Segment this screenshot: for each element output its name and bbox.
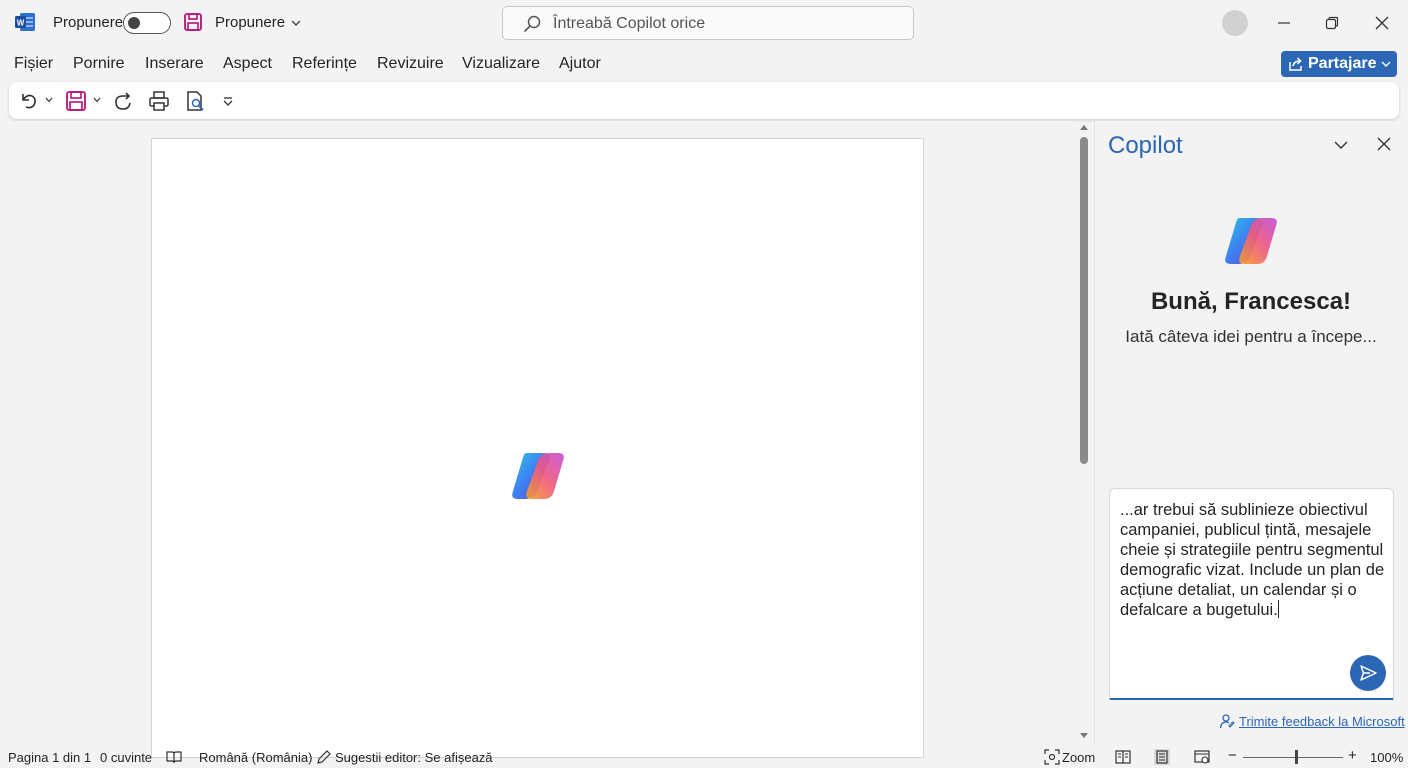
document-area xyxy=(0,121,1076,758)
chevron-down-icon[interactable] xyxy=(1333,139,1349,151)
language-indicator[interactable]: Română (România) xyxy=(199,750,312,765)
web-layout-icon[interactable] xyxy=(1194,749,1210,765)
copilot-logo-icon xyxy=(1221,214,1281,268)
editor-suggestions[interactable]: Sugestii editor: Se afișează xyxy=(335,750,493,765)
print-preview-button[interactable] xyxy=(184,90,206,112)
feedback-icon xyxy=(1219,714,1235,729)
menu-home[interactable]: Pornire xyxy=(73,55,125,73)
close-icon xyxy=(1375,16,1389,30)
read-mode-icon[interactable] xyxy=(1115,749,1131,765)
avatar[interactable] xyxy=(1222,10,1248,36)
status-bar: Pagina 1 din 1 0 cuvinte Română (România… xyxy=(0,745,1408,768)
print-preview-icon xyxy=(187,91,204,111)
menu-layout[interactable]: Aspect xyxy=(223,55,272,73)
menu-references[interactable]: Referințe xyxy=(292,55,357,73)
customize-toolbar-icon xyxy=(223,97,233,106)
scroll-down-icon[interactable] xyxy=(1079,732,1089,740)
copilot-prompt-input[interactable]: ...ar trebui să sublinieze obiectivul ca… xyxy=(1109,488,1394,700)
undo-button[interactable] xyxy=(18,90,40,112)
undo-icon xyxy=(22,94,36,109)
word-app-icon: W xyxy=(14,12,36,32)
menu-file[interactable]: Fișier xyxy=(14,55,53,73)
feedback-link-text: Trimite feedback la Microsoft xyxy=(1239,713,1405,729)
share-button[interactable]: Partajare xyxy=(1281,51,1397,77)
restore-icon xyxy=(1325,16,1339,30)
menu-view[interactable]: Vizualizare xyxy=(462,55,540,73)
minimize-icon xyxy=(1278,22,1290,24)
share-icon xyxy=(1289,57,1302,71)
scrollbar-thumb[interactable] xyxy=(1080,137,1088,464)
minimize-button[interactable] xyxy=(1271,10,1297,36)
document-title[interactable]: Propunere xyxy=(215,14,301,31)
chevron-down-icon xyxy=(1381,61,1391,67)
document-title-text: Propunere xyxy=(215,14,286,31)
send-icon xyxy=(1360,665,1377,681)
scroll-up-icon[interactable] xyxy=(1079,123,1089,131)
feedback-link[interactable]: Trimite feedback la Microsoft xyxy=(1219,713,1405,729)
focus-icon[interactable] xyxy=(1044,749,1060,765)
document-page[interactable] xyxy=(151,138,924,758)
copilot-subtitle: Iată câteva idei pentru a începe... xyxy=(1125,327,1377,346)
search-placeholder: Întreabă Copilot orice xyxy=(553,15,706,32)
save-icon[interactable] xyxy=(183,12,203,32)
save-dropdown-icon[interactable] xyxy=(93,96,101,104)
zoom-slider-track[interactable] xyxy=(1243,757,1343,758)
copilot-pane: Copilot Bună, Francesca! Iată câteva ide… xyxy=(1094,121,1408,745)
save-icon xyxy=(66,91,86,111)
share-label: Partajare xyxy=(1308,55,1377,72)
svg-text:W: W xyxy=(17,19,25,28)
customize-toolbar-button[interactable] xyxy=(221,90,235,112)
menu-help[interactable]: Ajutor xyxy=(559,55,601,73)
focus-label[interactable]: Zoom xyxy=(1062,750,1095,765)
restore-button[interactable] xyxy=(1319,10,1345,36)
prompt-text-value: ...ar trebui să sublinieze obiectivul ca… xyxy=(1120,501,1385,619)
close-window-button[interactable] xyxy=(1369,10,1395,36)
word-count[interactable]: 0 cuvinte xyxy=(100,750,152,765)
send-button[interactable] xyxy=(1350,655,1386,691)
print-layout-icon[interactable] xyxy=(1154,749,1170,765)
pencil-icon xyxy=(317,750,331,764)
text-caret xyxy=(1277,600,1279,618)
copilot-greeting: Bună, Francesca! xyxy=(1150,288,1352,315)
proofing-icon[interactable] xyxy=(166,749,182,765)
copilot-pane-title: Copilot xyxy=(1108,132,1183,159)
toggle-knob xyxy=(128,17,140,29)
autosave-label: Propunere xyxy=(53,14,124,31)
prompt-text[interactable]: ...ar trebui să sublinieze obiectivul ca… xyxy=(1120,500,1386,620)
chevron-down-icon xyxy=(291,20,301,26)
page-count[interactable]: Pagina 1 din 1 xyxy=(8,750,91,765)
quick-access-toolbar xyxy=(9,82,1399,119)
menu-review[interactable]: Revizuire xyxy=(377,55,444,73)
search-icon xyxy=(523,15,541,33)
close-icon[interactable] xyxy=(1377,137,1391,151)
title-bar: W Propunere Propunere Întreabă Copilot o… xyxy=(0,0,1408,46)
redo-icon xyxy=(115,92,131,110)
document-scrollbar[interactable] xyxy=(1076,121,1092,745)
undo-dropdown-icon[interactable] xyxy=(45,96,53,104)
save-button[interactable] xyxy=(65,90,87,112)
zoom-level[interactable]: 100% xyxy=(1370,750,1403,765)
menu-insert[interactable]: Inserare xyxy=(145,55,204,73)
menu-bar: Fișier Pornire Inserare Aspect Referințe… xyxy=(0,48,1408,80)
zoom-in-button[interactable]: + xyxy=(1348,747,1357,764)
print-button[interactable] xyxy=(148,90,170,112)
print-icon xyxy=(149,91,169,111)
zoom-slider-thumb[interactable] xyxy=(1295,750,1298,764)
redo-button[interactable] xyxy=(112,90,134,112)
copilot-search-box[interactable]: Întreabă Copilot orice xyxy=(502,6,914,40)
autosave-toggle[interactable] xyxy=(123,12,171,34)
copilot-logo-icon xyxy=(508,449,568,503)
zoom-out-button[interactable]: − xyxy=(1228,747,1237,764)
